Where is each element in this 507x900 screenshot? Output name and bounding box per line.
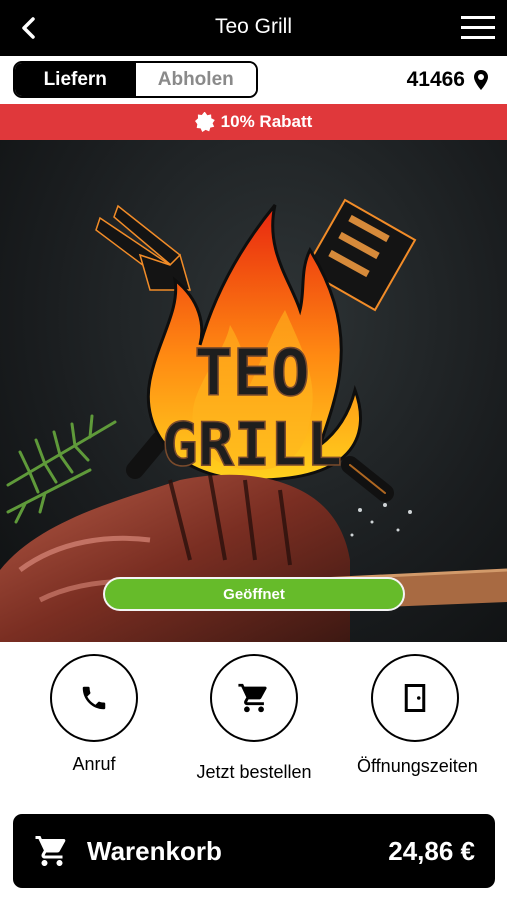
order-action[interactable]: Jetzt bestellen <box>190 654 318 783</box>
hours-action[interactable]: Öffnungszeiten <box>357 654 478 777</box>
hero-illustration: TEO GRILL <box>0 198 507 642</box>
door-icon <box>404 684 426 712</box>
cart-icon <box>35 836 66 866</box>
discount-badge-icon <box>194 112 215 132</box>
steak-illustration <box>0 474 507 642</box>
cart-total: 24,86 € <box>388 836 475 866</box>
hero-banner: TEO GRILL Geöffnet <box>0 140 507 642</box>
location-pin-icon <box>474 70 488 90</box>
order-mode-bar: Liefern Abholen 41466 <box>0 56 507 104</box>
status-badge: Geöffnet <box>103 577 405 611</box>
postcode-value: 41466 <box>406 68 465 91</box>
cart-button[interactable]: Warenkorb 24,86 € <box>13 814 495 888</box>
opening-hours-button[interactable] <box>371 654 459 742</box>
logo-line-1: TEO <box>194 337 310 411</box>
call-label: Anruf <box>72 754 116 774</box>
postcode-selector[interactable]: 41466 <box>407 68 489 92</box>
call-action[interactable]: Anruf <box>50 654 138 775</box>
order-now-button[interactable] <box>210 654 298 742</box>
quick-actions: Anruf Jetzt bestellen Öffnungszeiten <box>0 642 507 812</box>
page-title: Teo Grill <box>214 15 293 38</box>
order-mode-toggle: Liefern Abholen <box>13 61 258 98</box>
cart-label: Warenkorb <box>87 836 222 866</box>
tab-pickup[interactable]: Abholen <box>135 63 256 96</box>
menu-icon <box>461 14 495 42</box>
menu-button[interactable] <box>461 14 495 42</box>
call-button[interactable] <box>50 654 138 742</box>
rosemary-decoration <box>6 414 117 524</box>
phone-icon <box>82 686 106 710</box>
promo-text: 10% Rabatt <box>220 112 313 131</box>
promo-banner[interactable]: 10% Rabatt <box>0 104 507 140</box>
order-now-label: Jetzt bestellen <box>196 762 312 782</box>
logo-line-2: GRILL <box>162 410 343 480</box>
salt-decoration <box>350 503 412 537</box>
top-app-bar: Teo Grill <box>0 0 507 56</box>
cart-icon <box>238 683 267 713</box>
tab-delivery[interactable]: Liefern <box>15 63 136 96</box>
opening-hours-label: Öffnungszeiten <box>357 756 478 776</box>
